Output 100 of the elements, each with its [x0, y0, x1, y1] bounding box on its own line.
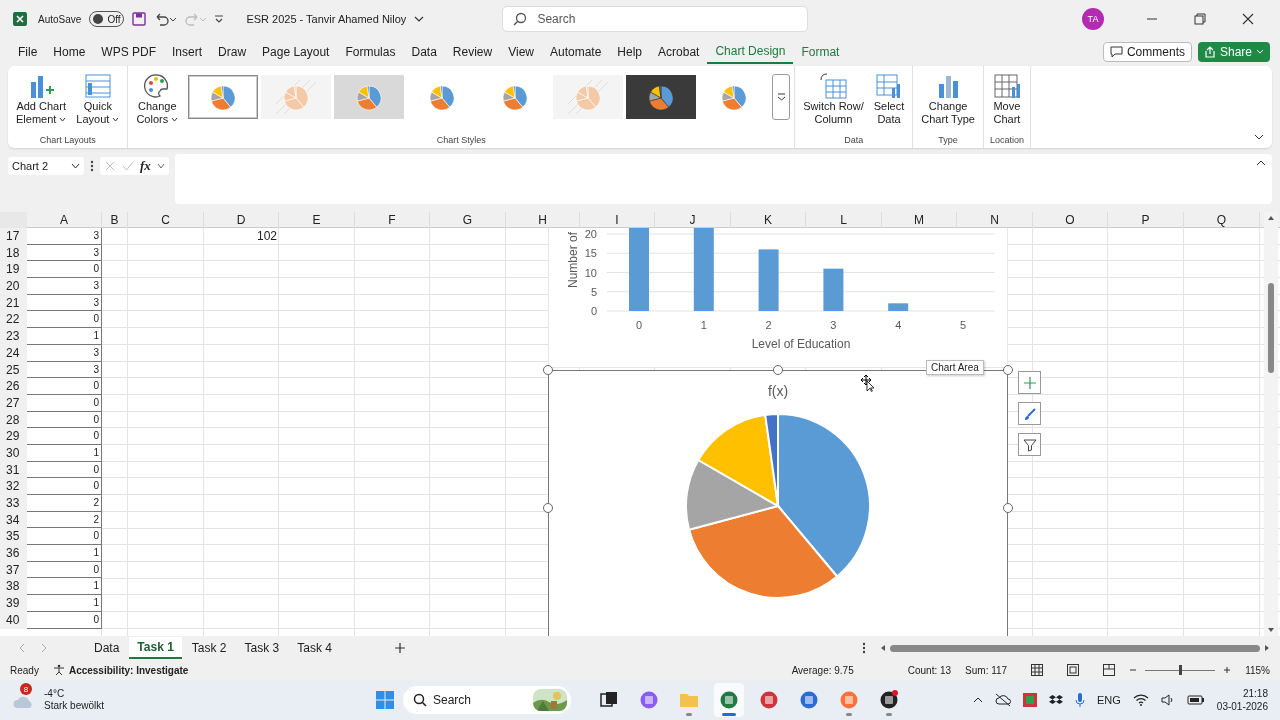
row-header[interactable]: 22 — [0, 311, 27, 329]
ribbon-tab[interactable]: Chart Design — [707, 40, 794, 64]
scroll-up-icon[interactable] — [1267, 215, 1275, 221]
ribbon-tab[interactable]: Help — [609, 40, 651, 64]
ribbon-tab[interactable]: Draw — [210, 40, 255, 64]
chart-style-thumbnail[interactable] — [334, 75, 405, 119]
zoom-out-icon[interactable] — [1129, 666, 1138, 674]
slider-thumb[interactable] — [1179, 664, 1183, 675]
scroll-left-icon[interactable] — [880, 644, 886, 652]
row-header[interactable]: 35 — [0, 528, 27, 546]
more-options-icon[interactable] — [862, 642, 866, 654]
account-avatar[interactable]: TA — [1082, 8, 1104, 30]
microphone-icon[interactable] — [1075, 692, 1085, 708]
ribbon-tab[interactable]: WPS PDF — [93, 40, 165, 64]
sheet-tab[interactable]: Task 1 — [129, 637, 182, 659]
formula-input[interactable] — [174, 154, 1272, 204]
accessibility-button[interactable]: Accessibility: Investigate — [68, 664, 189, 676]
search-field[interactable]: Search — [502, 6, 809, 32]
ribbon-tab[interactable]: Data — [403, 40, 445, 64]
ribbon-button[interactable]: Quick Layout — [72, 70, 124, 128]
insert-function-button[interactable]: fx — [140, 158, 151, 174]
chart-filters-button[interactable] — [1018, 433, 1041, 456]
page-break-icon[interactable] — [1103, 664, 1116, 676]
row-header[interactable]: 32 — [0, 478, 27, 495]
row-header[interactable]: 38 — [0, 578, 27, 596]
chart-style-thumbnail[interactable] — [188, 75, 259, 119]
change-colors-button[interactable]: Change Colors — [132, 70, 183, 128]
add-sheet-icon[interactable] — [393, 642, 406, 654]
share-button[interactable]: Share — [1197, 42, 1270, 62]
box-icon[interactable] — [1049, 694, 1063, 706]
sheet-tab[interactable]: Task 3 — [236, 637, 288, 659]
comments-button[interactable]: Comments — [1102, 42, 1192, 62]
page-layout-icon[interactable] — [1067, 664, 1080, 676]
ribbon-tab[interactable]: Review — [444, 40, 501, 64]
row-header[interactable]: 29 — [0, 428, 27, 445]
close-icon[interactable] — [1242, 13, 1254, 25]
chart-title[interactable]: f(x) — [767, 383, 789, 399]
ribbon-button[interactable]: Switch Row/ Column — [799, 70, 868, 128]
zoom-level[interactable]: 115% — [1245, 664, 1270, 676]
name-box[interactable]: Chart 2 — [8, 157, 84, 175]
collapse-ribbon-icon[interactable] — [1254, 134, 1264, 140]
more-options-icon[interactable] — [90, 160, 94, 172]
chevron-up-icon[interactable] — [973, 697, 983, 703]
language-indicator[interactable]: ENG — [1097, 694, 1121, 706]
save-icon[interactable] — [132, 12, 147, 26]
zoom-in-icon[interactable] — [1223, 666, 1232, 674]
row-header[interactable]: 17 — [0, 228, 27, 245]
row-header[interactable]: 33 — [0, 495, 27, 512]
undo-icon[interactable] — [154, 12, 177, 26]
ribbon-tab[interactable]: Acrobat — [650, 40, 708, 64]
resize-handle[interactable] — [1003, 503, 1013, 513]
check-icon[interactable] — [122, 160, 134, 172]
ribbon-button[interactable]: Change Chart Type — [917, 70, 979, 128]
scroll-down-icon[interactable] — [1267, 627, 1275, 633]
ribbon-tab[interactable]: Formulas — [337, 40, 404, 64]
ribbon-tab[interactable]: Home — [45, 40, 94, 64]
ribbon-tab[interactable]: View — [500, 40, 542, 64]
ribbon-tab[interactable]: Insert — [164, 40, 211, 64]
ribbon-button[interactable]: Move Chart — [987, 70, 1026, 128]
chart-area[interactable]: f(x) — [548, 370, 1008, 636]
row-header[interactable]: 19 — [0, 261, 27, 279]
ribbon-tab[interactable]: Page Layout — [254, 40, 338, 64]
ribbon-tab[interactable]: File — [10, 40, 46, 64]
clock-time[interactable]: 21:18 — [1242, 687, 1268, 700]
normal-view-icon[interactable] — [1031, 664, 1044, 676]
bar[interactable] — [693, 228, 714, 311]
sheet-tab[interactable]: Task 2 — [183, 637, 235, 659]
accessibility-icon[interactable] — [52, 664, 65, 676]
chart-style-thumbnail[interactable] — [261, 75, 332, 119]
resize-handle[interactable] — [773, 365, 783, 375]
chart-elements-button[interactable] — [1018, 371, 1041, 394]
restore-icon[interactable] — [1194, 13, 1206, 25]
chart-styles-button[interactable] — [1018, 402, 1041, 425]
document-title[interactable]: ESR 2025 - Tanvir Ahamed Niloy — [246, 13, 407, 25]
battery-icon[interactable] — [1186, 694, 1205, 706]
speaker-icon[interactable] — [1160, 694, 1175, 706]
wifi-icon[interactable] — [1132, 694, 1149, 706]
row-header[interactable]: 36 — [0, 545, 27, 562]
resize-handle[interactable] — [543, 503, 553, 513]
scroll-right-icon[interactable] — [1264, 644, 1270, 652]
ribbon-button[interactable]: Select Data — [869, 70, 909, 128]
row-header[interactable]: 20 — [0, 278, 27, 295]
collapse-icon[interactable] — [1256, 160, 1266, 166]
chart-style-thumbnail[interactable] — [626, 75, 697, 119]
caret-icon[interactable] — [414, 15, 425, 23]
row-header[interactable]: 23 — [0, 328, 27, 345]
ribbon-button[interactable]: Add Chart Element — [12, 70, 71, 128]
row-header[interactable]: 26 — [0, 378, 27, 395]
chart-style-thumbnail[interactable] — [553, 75, 624, 119]
clock-date[interactable]: 03-01-2026 — [1216, 700, 1268, 713]
sheet-tab[interactable]: Task 4 — [289, 637, 340, 659]
row-header[interactable]: 39 — [0, 595, 27, 612]
start-icon[interactable] — [375, 690, 395, 710]
bar[interactable] — [888, 303, 909, 311]
customize-toolbar-icon[interactable] — [214, 14, 225, 24]
sheet-tab[interactable]: Data — [86, 637, 128, 659]
resize-handle[interactable] — [543, 365, 553, 375]
more-styles-button[interactable] — [772, 74, 791, 120]
resize-handle[interactable] — [1003, 365, 1013, 375]
ribbon-tab[interactable]: Format — [793, 40, 848, 64]
